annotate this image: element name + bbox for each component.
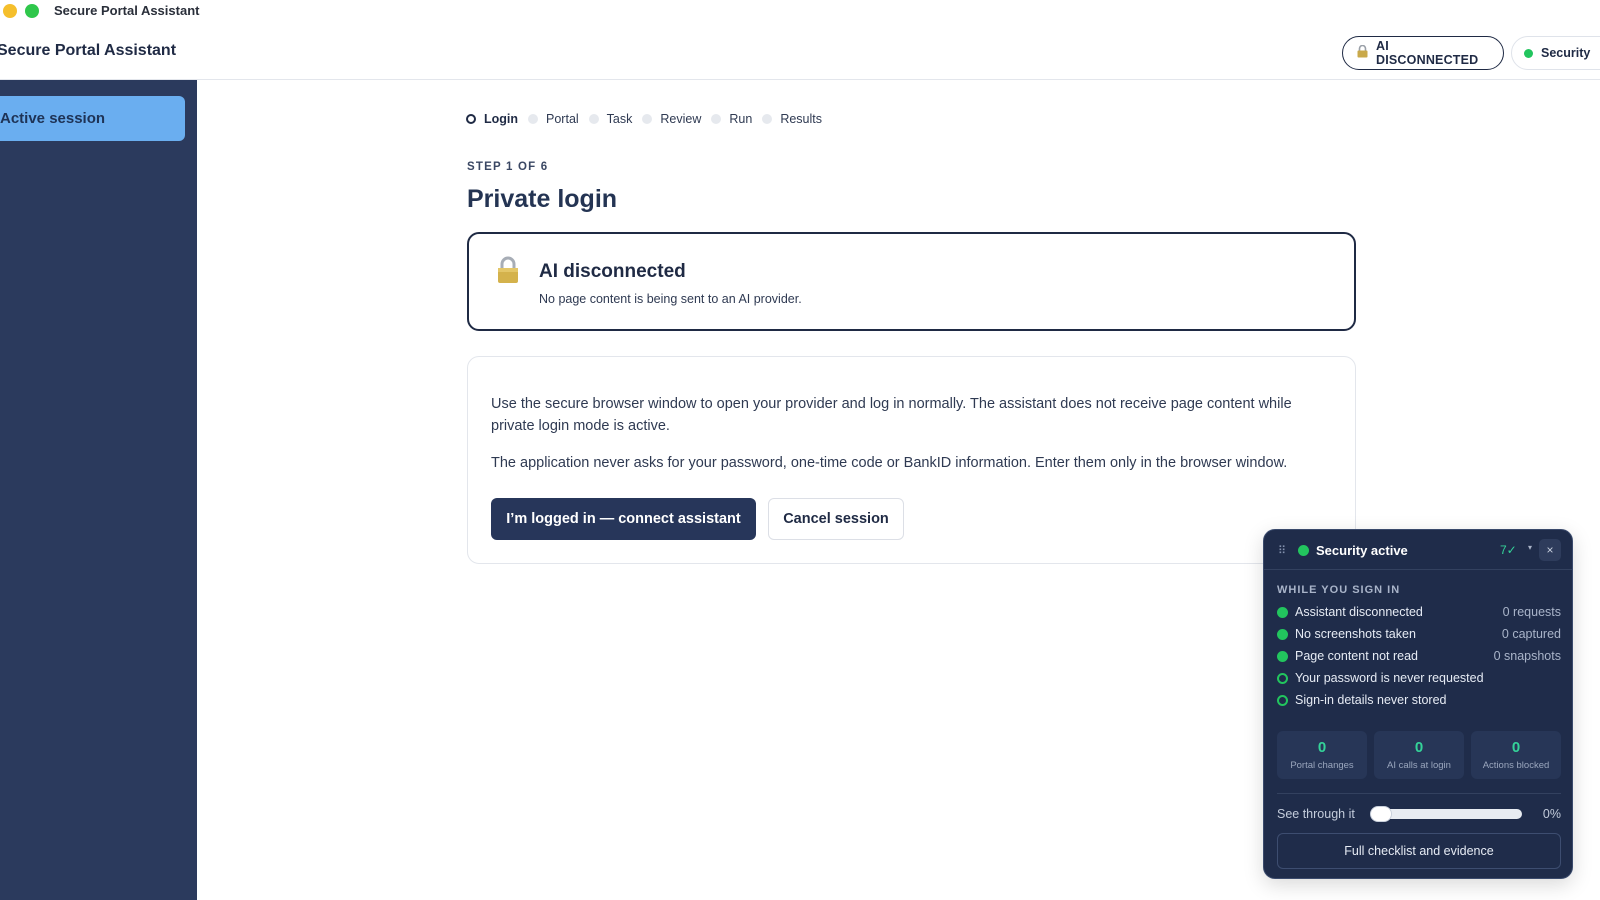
step-results: Results <box>762 112 822 126</box>
section-label: WHILE YOU SIGN IN <box>1277 584 1401 596</box>
page-title: Private login <box>467 185 618 213</box>
check-filled-icon <box>1277 651 1288 662</box>
see-through-slider[interactable] <box>1370 806 1522 822</box>
check-filled-icon <box>1277 607 1288 618</box>
instructions-text: Use the secure browser window to open yo… <box>491 396 1292 434</box>
step-pending-icon <box>711 114 722 124</box>
security-panel-title: Security active <box>1316 543 1408 558</box>
list-item: No screenshots taken 0 captured <box>1277 624 1561 646</box>
password-notice-text: The application never asks for your pass… <box>491 455 1288 471</box>
divider <box>1277 793 1561 794</box>
slider-handle[interactable] <box>1370 806 1392 822</box>
lock-icon <box>1357 44 1368 61</box>
step-pending-icon <box>762 114 773 124</box>
check-count: 7✓ <box>1500 543 1517 557</box>
drag-handle-icon[interactable]: ⠿ <box>1278 544 1286 557</box>
progress-stepper: Login Portal Task Review Run Results <box>466 112 832 126</box>
maximize-window-button[interactable] <box>25 4 39 18</box>
check-filled-icon <box>1277 629 1288 640</box>
ai-status-pill[interactable]: AI DISCONNECTED <box>1342 36 1504 70</box>
check-ring-icon <box>1277 695 1288 706</box>
full-checklist-button[interactable]: Full checklist and evidence <box>1277 833 1561 869</box>
list-item: Sign-in details never stored <box>1277 690 1561 712</box>
app-header: Secure Portal Assistant AI DISCONNECTED … <box>0 22 1600 80</box>
list-item: Page content not read 0 snapshots <box>1277 646 1561 668</box>
lock-icon <box>496 256 520 284</box>
security-checklist: Assistant disconnected 0 requests No scr… <box>1277 602 1561 712</box>
minimize-window-button[interactable] <box>3 4 17 18</box>
chevron-down-icon[interactable]: ▾ <box>1528 543 1532 552</box>
ai-status-label: AI DISCONNECTED <box>1376 39 1479 67</box>
close-icon[interactable]: × <box>1539 539 1561 561</box>
stat-portal-changes: 0 Portal changes <box>1277 731 1367 779</box>
step-pending-icon <box>642 114 653 124</box>
step-portal: Portal <box>528 112 579 126</box>
step-pending-icon <box>528 114 539 124</box>
step-run: Run <box>711 112 752 126</box>
app-title: Secure Portal Assistant <box>0 42 177 59</box>
check-ring-icon <box>1277 673 1288 684</box>
list-item: Your password is never requested <box>1277 668 1561 690</box>
connect-assistant-button[interactable]: I’m logged in — connect assistant <box>491 498 756 540</box>
stat-actions-blocked: 0 Actions blocked <box>1471 731 1561 779</box>
step-login: Login <box>466 112 518 126</box>
security-panel: ⠿ Security active 7✓ ▾ × WHILE YOU SIGN … <box>1263 529 1573 879</box>
step-task: Task <box>588 112 632 126</box>
security-panel-header: ⠿ Security active 7✓ ▾ × <box>1264 530 1572 570</box>
step-pending-icon <box>588 114 599 124</box>
step-active-icon <box>466 114 476 124</box>
sidebar-item-active-session[interactable]: Active session <box>0 96 185 141</box>
ai-disconnected-alert: AI disconnected No page content is being… <box>467 232 1356 331</box>
see-through-value: 0% <box>1542 807 1561 821</box>
step-counter: STEP 1 OF 6 <box>467 161 549 173</box>
cancel-session-button[interactable]: Cancel session <box>768 498 904 540</box>
security-stats: 0 Portal changes 0 AI calls at login 0 A… <box>1277 731 1561 779</box>
alert-title: AI disconnected <box>539 261 686 282</box>
list-item: Assistant disconnected 0 requests <box>1277 602 1561 624</box>
sidebar: Active session <box>0 80 197 900</box>
security-pill[interactable]: Security <box>1511 36 1600 70</box>
status-dot-icon <box>1298 545 1309 556</box>
see-through-label: See through it <box>1277 807 1355 821</box>
status-dot-icon <box>1524 48 1533 58</box>
window-titlebar: Secure Portal Assistant <box>0 0 1600 22</box>
instructions-card: Use the secure browser window to open yo… <box>467 356 1356 564</box>
window-title: Secure Portal Assistant <box>54 3 200 18</box>
step-review: Review <box>642 112 701 126</box>
alert-subtitle: No page content is being sent to an AI p… <box>539 292 802 306</box>
stat-ai-calls: 0 AI calls at login <box>1374 731 1464 779</box>
security-label: Security <box>1541 46 1591 60</box>
